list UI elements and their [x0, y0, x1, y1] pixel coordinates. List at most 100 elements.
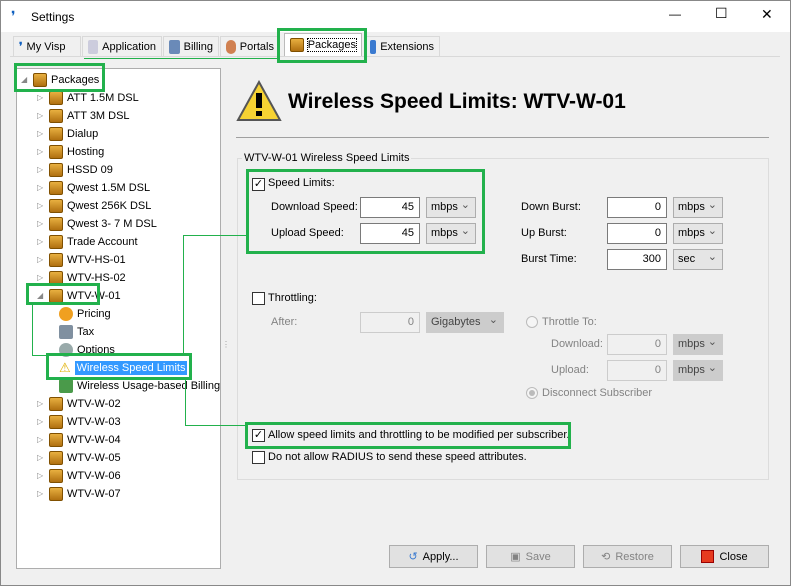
- disconnect-radio[interactable]: [526, 387, 538, 399]
- up-burst-input[interactable]: 0: [607, 223, 667, 244]
- close-icon: [701, 550, 715, 563]
- highlight-wireless-speed-limits: [46, 353, 192, 380]
- tree-item-label: Hosting: [67, 145, 105, 158]
- tree-item[interactable]: ▷ WTV-HS-01: [37, 251, 126, 268]
- package-icon: [49, 396, 63, 411]
- tree-item[interactable]: ▷ Dialup: [37, 125, 98, 142]
- restore-icon: ⟲: [601, 551, 611, 563]
- tree-item-label: Tax: [77, 325, 95, 338]
- package-icon: [49, 108, 63, 123]
- throttle-download-input[interactable]: 0: [607, 334, 667, 355]
- tab-my-visp[interactable]: ❜ My Visp: [13, 36, 81, 56]
- package-icon: [49, 162, 63, 177]
- collapsed-arrow-icon[interactable]: ▷: [37, 129, 45, 138]
- window-title: Settings: [31, 10, 75, 24]
- tab-application[interactable]: Application: [82, 36, 162, 56]
- collapsed-arrow-icon[interactable]: ▷: [37, 147, 45, 156]
- header-divider: [236, 137, 769, 138]
- tab-portals[interactable]: Portals: [220, 36, 280, 56]
- maximize-button[interactable]: ☐: [715, 5, 728, 22]
- tree-item[interactable]: ▷ ATT 3M DSL: [37, 107, 130, 124]
- after-input[interactable]: 0: [360, 312, 420, 333]
- collapsed-arrow-icon[interactable]: ▷: [37, 93, 45, 102]
- tab-label: Extensions: [380, 40, 434, 53]
- collapsed-arrow-icon[interactable]: ▷: [37, 273, 45, 282]
- tree-item[interactable]: Pricing: [59, 305, 111, 322]
- down-burst-label: Down Burst:: [521, 201, 581, 213]
- package-icon: [49, 486, 63, 501]
- down-burst-input[interactable]: 0: [607, 197, 667, 218]
- tree-item-label: WTV-W-03: [67, 415, 121, 428]
- warning-icon: [236, 79, 282, 122]
- collapsed-arrow-icon[interactable]: ▷: [37, 201, 45, 210]
- package-icon: [49, 234, 63, 249]
- tree-item[interactable]: ▷ WTV-W-03: [37, 413, 121, 430]
- collapsed-arrow-icon[interactable]: ▷: [37, 219, 45, 228]
- splitter-handle[interactable]: ⋮: [222, 340, 230, 349]
- tree-item[interactable]: ▷ WTV-W-07: [37, 485, 121, 502]
- tree-item[interactable]: ▷ WTV-W-06: [37, 467, 121, 484]
- highlight-packages-root: [14, 63, 105, 92]
- button-label: Apply...: [422, 550, 459, 563]
- throttling-label: Throttling:: [268, 292, 317, 304]
- no-radius-checkbox[interactable]: [252, 451, 265, 464]
- burst-time-input[interactable]: 300: [607, 249, 667, 270]
- collapsed-arrow-icon[interactable]: ▷: [37, 435, 45, 444]
- tree-item[interactable]: ▷ Hosting: [37, 143, 104, 160]
- collapsed-arrow-icon[interactable]: ▷: [37, 471, 45, 480]
- application-icon: [88, 39, 99, 54]
- tree-item-label: Qwest 3- 7 M DSL: [67, 217, 157, 230]
- highlight-packages-tab: [277, 28, 367, 63]
- annotation-line: [183, 235, 246, 236]
- throttle-download-label: Download:: [551, 338, 603, 350]
- apply-button[interactable]: ↺ Apply...: [389, 545, 478, 568]
- tab-billing[interactable]: Billing: [163, 36, 219, 56]
- throttle-upload-unit-select[interactable]: mbps: [673, 360, 723, 381]
- tree-item[interactable]: ▷ Trade Account: [37, 233, 138, 250]
- tree-item[interactable]: ▷ Qwest 256K DSL: [37, 197, 151, 214]
- minimize-button[interactable]: —: [669, 7, 681, 21]
- collapsed-arrow-icon[interactable]: ▷: [37, 165, 45, 174]
- throttle-to-radio[interactable]: [526, 316, 538, 328]
- tree-item[interactable]: Tax: [59, 323, 94, 340]
- close-button[interactable]: Close: [680, 545, 769, 568]
- annotation-line: [183, 235, 184, 353]
- tree-item[interactable]: ▷ WTV-W-05: [37, 449, 121, 466]
- collapsed-arrow-icon[interactable]: ▷: [37, 453, 45, 462]
- tab-extensions[interactable]: Extensions: [364, 36, 440, 56]
- app-icon: ❜: [11, 8, 16, 24]
- after-unit-select[interactable]: Gigabytes: [426, 312, 504, 333]
- throttling-checkbox[interactable]: [252, 292, 265, 305]
- up-burst-unit-select[interactable]: mbps: [673, 223, 723, 244]
- tree-item-label: WTV-W-06: [67, 469, 121, 482]
- tree-item-label: Wireless Usage-based Billing: [77, 379, 221, 392]
- tree-item[interactable]: ▷ Qwest 3- 7 M DSL: [37, 215, 157, 232]
- collapsed-arrow-icon[interactable]: ▷: [37, 399, 45, 408]
- package-tree[interactable]: ◢ Packages ▷ ATT 1.5M DSL ▷ ATT 3M DSL ▷ Dialup…: [16, 68, 221, 569]
- tree-item-label: HSSD 09: [67, 163, 113, 176]
- annotation-line: [185, 425, 246, 426]
- burst-time-unit-select[interactable]: sec: [673, 249, 723, 270]
- throttle-download-unit-select[interactable]: mbps: [673, 334, 723, 355]
- restore-button[interactable]: ⟲ Restore: [583, 545, 672, 568]
- throttle-upload-input[interactable]: 0: [607, 360, 667, 381]
- tree-item[interactable]: ▷ WTV-W-02: [37, 395, 121, 412]
- puzzle-icon: [370, 39, 377, 54]
- annotation-line: [32, 305, 33, 355]
- tree-item[interactable]: ▷ WTV-W-04: [37, 431, 121, 448]
- collapsed-arrow-icon[interactable]: ▷: [37, 237, 45, 246]
- collapsed-arrow-icon[interactable]: ▷: [37, 111, 45, 120]
- save-button[interactable]: ▣ Save: [486, 545, 575, 568]
- collapsed-arrow-icon[interactable]: ▷: [37, 183, 45, 192]
- throttle-to-label: Throttle To:: [542, 316, 597, 328]
- tree-item[interactable]: ▷ Qwest 1.5M DSL: [37, 179, 150, 196]
- collapsed-arrow-icon[interactable]: ▷: [37, 255, 45, 264]
- foot-icon: ❜: [19, 41, 23, 53]
- collapsed-arrow-icon[interactable]: ▷: [37, 489, 45, 498]
- collapsed-arrow-icon[interactable]: ▷: [37, 417, 45, 426]
- down-burst-unit-select[interactable]: mbps: [673, 197, 723, 218]
- tree-item-label: ATT 3M DSL: [67, 109, 130, 122]
- tree-item[interactable]: ▷ HSSD 09: [37, 161, 113, 178]
- close-window-button[interactable]: ✕: [761, 6, 773, 23]
- tree-item-label: ATT 1.5M DSL: [67, 91, 139, 104]
